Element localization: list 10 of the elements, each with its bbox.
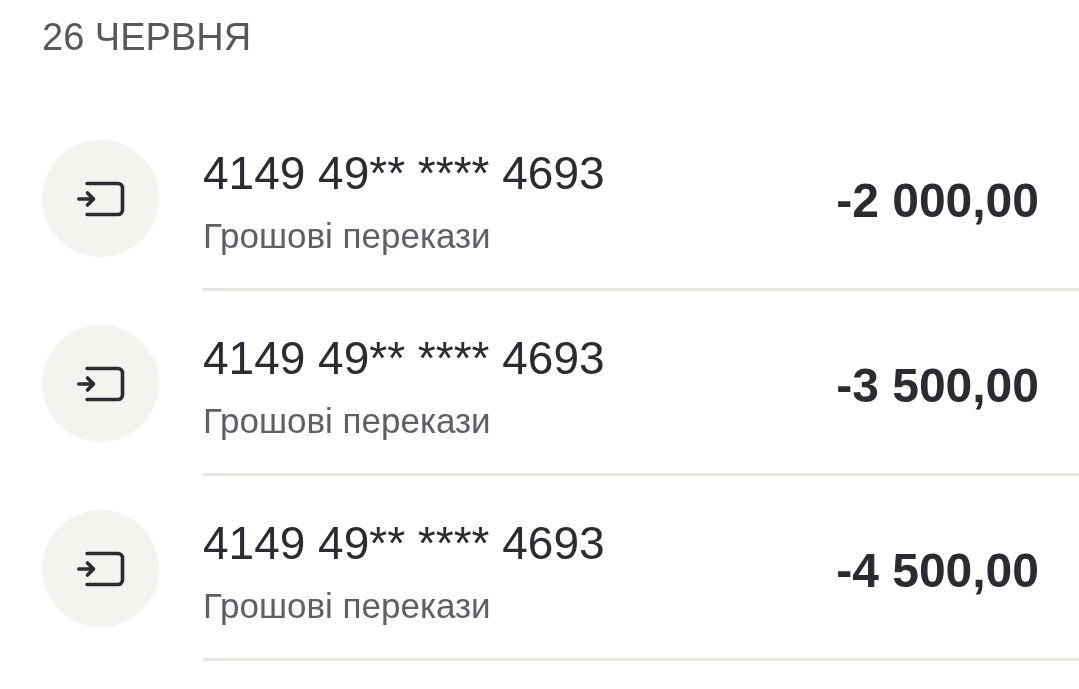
amount-text: -3 500,00 xyxy=(836,360,1039,412)
category-label: Грошові перекази xyxy=(203,216,492,256)
amount-text: -2 000,00 xyxy=(836,175,1039,227)
amount-text: -4 500,00 xyxy=(836,545,1039,597)
date-header: 26 ЧЕРВНЯ xyxy=(42,16,252,58)
category-label: Грошові перекази xyxy=(203,586,492,626)
card-number: 4149 49** **** 4693 xyxy=(203,332,605,384)
card-number: 4149 49** **** 4693 xyxy=(203,517,605,569)
card-number: 4149 49** **** 4693 xyxy=(203,147,605,199)
category-label: Грошові перекази xyxy=(203,401,492,441)
